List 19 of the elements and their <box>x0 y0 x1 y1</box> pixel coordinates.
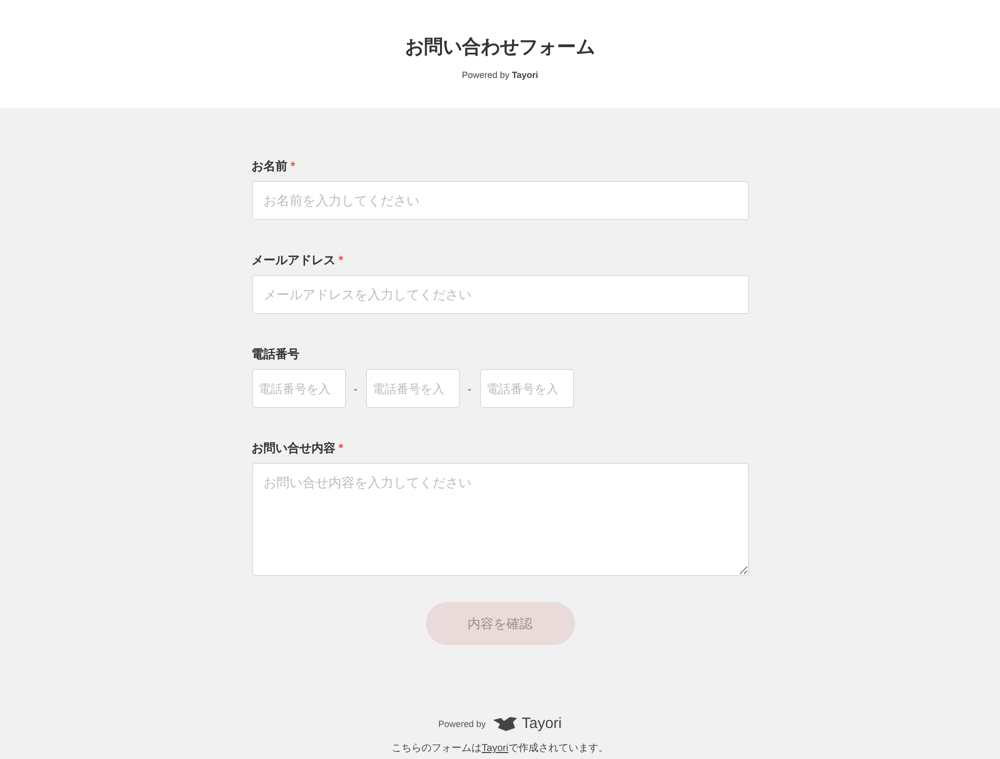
field-label: メールアドレス * <box>252 252 344 268</box>
phone-field[interactable]: 電話番号を入 <box>366 369 460 408</box>
separator-text: - <box>352 382 358 396</box>
tayori-link[interactable]: Tayori <box>482 743 508 754</box>
phone-field[interactable]: 電話番号を入 <box>480 369 574 408</box>
powered-by-text: Powered by <box>438 718 486 728</box>
input-field[interactable]: お名前を入力してください <box>252 181 748 220</box>
bird-logo-icon <box>492 716 518 732</box>
field-label: お問い合せ内容 * <box>252 440 344 456</box>
message-field[interactable]: お問い合せ内容を入力してください <box>252 463 748 576</box>
field-label: 電話番号 <box>252 346 300 362</box>
powered-by-text: Powered by Tayori <box>462 70 538 80</box>
footer-note: こちらのフォームはTayoriで作成されています。 <box>392 742 608 755</box>
brand-name: Tayori <box>522 715 562 732</box>
separator-text: - <box>466 382 472 396</box>
form-title: お問い合わせフォーム <box>405 36 595 60</box>
input-field[interactable]: メールアドレスを入力してください <box>252 275 748 314</box>
field-label: お名前 * <box>252 158 296 174</box>
phone-field[interactable]: 電話番号を入 <box>252 369 346 408</box>
